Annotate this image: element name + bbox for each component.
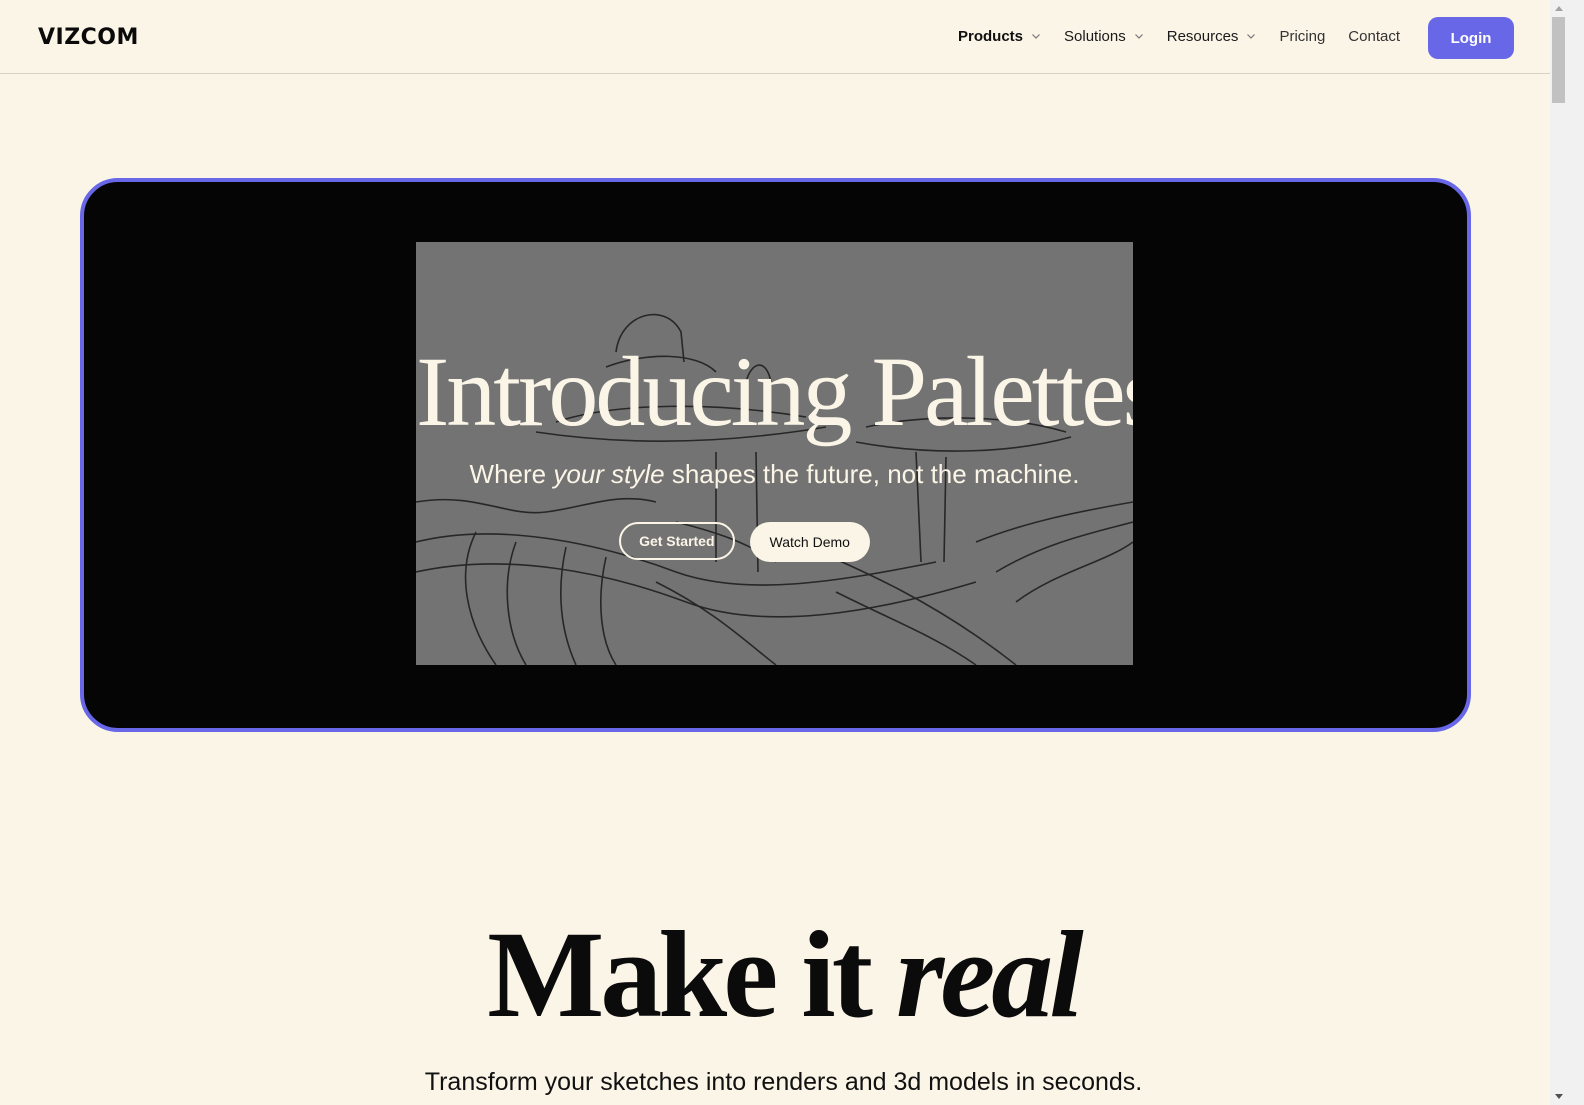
sketch-illustration [416, 313, 1133, 665]
nav-solutions[interactable]: Solutions [1064, 27, 1144, 47]
hero-subtitle: Where your style shapes the future, not … [416, 458, 1133, 490]
section-title-plain: Make it [487, 906, 897, 1043]
hero-video[interactable]: Introducing Palettes Where your style sh… [416, 242, 1133, 665]
page: VIZCOM Products Solutions Resources Pric… [0, 0, 1567, 1105]
hero-actions: Get Started Watch Demo [416, 522, 1133, 562]
site-header: VIZCOM Products Solutions Resources Pric… [0, 0, 1567, 74]
nav-products[interactable]: Products [958, 27, 1041, 47]
nav-contact[interactable]: Contact [1348, 27, 1400, 47]
scroll-thumb[interactable] [1552, 17, 1565, 103]
scroll-down-button[interactable] [1550, 1088, 1567, 1105]
watch-demo-button[interactable]: Watch Demo [749, 522, 870, 562]
get-started-button[interactable]: Get Started [619, 522, 735, 560]
nav-pricing-label: Pricing [1279, 28, 1326, 45]
nav-pricing[interactable]: Pricing [1279, 27, 1325, 47]
chevron-down-icon [1246, 31, 1256, 41]
hero-subtitle-emphasis: your style [553, 459, 665, 489]
arrow-down-icon [1554, 1094, 1563, 1099]
vizcom-logo[interactable]: VIZCOM [38, 24, 139, 52]
section-subtitle: Transform your sketches into renders and… [424, 1068, 1143, 1096]
nav-products-label: Products [958, 28, 1024, 45]
vertical-scrollbar[interactable] [1550, 0, 1584, 1105]
chevron-down-icon [1031, 31, 1041, 41]
hero-title: Introducing Palettes [416, 336, 1133, 447]
nav-solutions-label: Solutions [1064, 28, 1126, 45]
hero-banner: Introducing Palettes Where your style sh… [80, 178, 1471, 732]
hero-subtitle-start: Where [469, 459, 554, 489]
hero-subtitle-end: shapes the future, not the machine. [664, 459, 1080, 489]
main-nav: Products Solutions Resources Pricing Con… [958, 0, 1423, 74]
nav-resources-label: Resources [1166, 28, 1239, 45]
arrow-up-icon [1554, 6, 1563, 11]
section-title-emphasis: real [896, 906, 1084, 1043]
nav-resources[interactable]: Resources [1167, 27, 1257, 47]
login-button[interactable]: Login [1428, 17, 1514, 59]
scroll-up-button[interactable] [1550, 0, 1567, 17]
nav-contact-label: Contact [1348, 28, 1400, 45]
chevron-down-icon [1134, 31, 1144, 41]
section-title: Make it real [0, 910, 1567, 1040]
